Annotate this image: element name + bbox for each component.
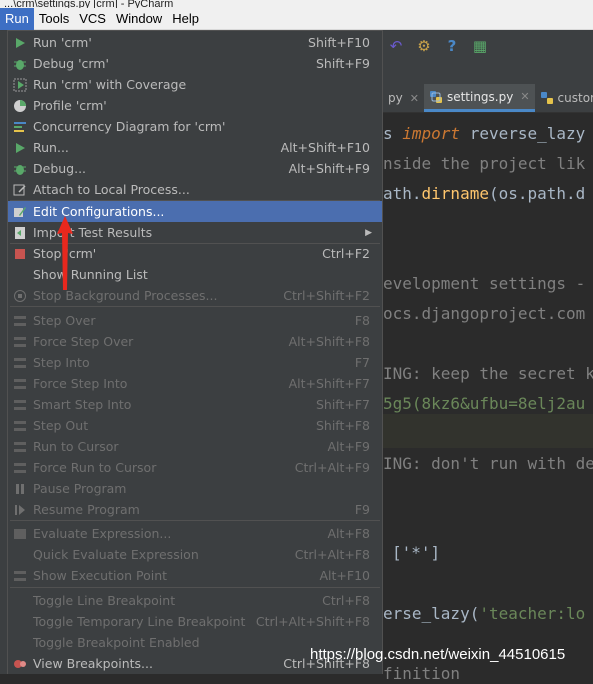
debug-bug-icon [12,56,28,72]
debug-bug-icon [12,161,28,177]
code-line: s import reverse_lazy [383,124,586,143]
step-over-icon [12,313,28,329]
step-out-icon [12,418,28,434]
help-icon[interactable]: ? [443,37,461,55]
tab-label: custom [557,91,593,105]
menu-vcs[interactable]: VCS [74,8,111,30]
stop-background-icon [12,288,28,304]
python-console-icon[interactable]: ▦ [471,37,489,55]
menu-window[interactable]: Window [111,8,167,30]
concurrency-icon [12,119,28,135]
watermark-text: https://blog.csdn.net/weixin_44510615 [310,646,566,663]
menu-item-force-step-over[interactable]: Force Step Over Alt+Shift+F8 [8,331,382,352]
menu-item-debug-ellipsis[interactable]: Debug... Alt+Shift+F9 [8,158,382,179]
code-line: ['*'] [392,543,441,562]
code-line: ocs.djangoproject.com [383,304,586,323]
python-file-icon [540,92,553,104]
menu-tools[interactable]: Tools [34,8,74,30]
force-step-into-icon [12,376,28,392]
menu-item-concurrency-diagram[interactable]: Concurrency Diagram for 'crm' [8,116,382,137]
menu-item-run-ellipsis[interactable]: Run... Alt+Shift+F10 [8,137,382,158]
menu-item-toggle-line-breakpoint[interactable]: Toggle Line Breakpoint Ctrl+F8 [8,590,382,611]
menu-item-step-into[interactable]: Step Into F7 [8,352,382,373]
menu-item-run-crm[interactable]: Run 'crm' Shift+F10 [8,32,382,53]
tab-previous-file[interactable]: py ✕ [383,84,424,112]
annotation-arrow-icon [57,216,73,290]
close-icon[interactable]: ✕ [410,92,419,105]
code-line: 5g5(8kz6&ufbu=8elj2au [383,394,586,413]
menu-item-evaluate-expression[interactable]: Evaluate Expression... Alt+F8 [8,523,382,544]
code-line: ath.dirname(os.path.d [383,184,586,203]
menu-separator [10,587,380,588]
code-line: ING: don't run with de [383,454,593,473]
smart-step-into-icon [12,397,28,413]
tab-custom-file[interactable]: custom [535,84,593,112]
code-line: nside the project lik [383,154,586,173]
run-icon [12,140,28,156]
code-line: finition [383,664,461,683]
close-icon[interactable]: ✕ [520,90,529,103]
navigation-bar [383,62,593,84]
force-run-to-cursor-icon [12,460,28,476]
execution-point-icon [12,568,28,584]
run-menu-dropdown: Run 'crm' Shift+F10 Debug 'crm' Shift+F9… [7,30,383,674]
menu-item-toggle-temporary-line-breakpoint[interactable]: Toggle Temporary Line Breakpoint Ctrl+Al… [8,611,382,632]
coverage-icon [12,77,28,93]
menu-item-run-to-cursor[interactable]: Run to Cursor Alt+F9 [8,436,382,457]
step-into-icon [12,355,28,371]
menu-item-step-over[interactable]: Step Over F8 [8,310,382,331]
wrench-settings-icon[interactable]: ⚙ [415,37,433,55]
menu-item-attach-local-process[interactable]: Attach to Local Process... [8,179,382,200]
undo-icon[interactable]: ↶ [387,37,405,55]
menu-item-smart-step-into[interactable]: Smart Step Into Shift+F7 [8,394,382,415]
menu-item-run-with-coverage[interactable]: Run 'crm' with Coverage [8,74,382,95]
code-line: evelopment settings - [383,274,586,293]
editor-tabs: py ✕ settings.py ✕ custom [383,84,593,113]
tab-settings-py[interactable]: settings.py ✕ [423,84,535,112]
menu-item-debug-crm[interactable]: Debug 'crm' Shift+F9 [8,53,382,74]
tab-label: py [388,91,403,105]
menu-item-profile-crm[interactable]: Profile 'crm' [8,95,382,116]
python-file-icon [429,90,442,103]
import-icon [12,225,28,241]
pause-icon [12,481,28,497]
menu-item-step-out[interactable]: Step Out Shift+F8 [8,415,382,436]
edit-config-icon [12,204,28,220]
menu-run[interactable]: Run [0,7,34,30]
run-icon [12,35,28,51]
menu-item-force-step-into[interactable]: Force Step Into Alt+Shift+F7 [8,373,382,394]
attach-process-icon [12,182,28,198]
run-to-cursor-icon [12,439,28,455]
menu-item-pause-program[interactable]: Pause Program [8,478,382,499]
menu-separator [10,306,380,307]
stop-icon [12,246,28,262]
code-line: erse_lazy('teacher:lo [383,604,586,623]
menu-help[interactable]: Help [167,8,204,30]
force-step-over-icon [12,334,28,350]
menu-separator [10,520,380,521]
menu-item-quick-evaluate-expression[interactable]: Quick Evaluate Expression Ctrl+Alt+F8 [8,544,382,565]
menu-item-resume-program[interactable]: Resume Program F9 [8,499,382,520]
resume-icon [12,502,28,518]
menu-bar: Run Tools VCS Window Help [0,7,593,30]
profile-icon [12,98,28,114]
tab-label: settings.py [446,89,514,104]
current-line-highlight [383,414,593,448]
submenu-arrow-icon: ▶ [365,227,372,238]
main-toolbar: ↶ ⚙ ? ▦ [383,30,593,62]
menu-item-force-run-to-cursor[interactable]: Force Run to Cursor Ctrl+Alt+F9 [8,457,382,478]
menu-item-show-execution-point[interactable]: Show Execution Point Alt+F10 [8,565,382,586]
breakpoints-icon [12,656,28,672]
evaluate-icon [12,526,28,542]
code-line: ING: keep the secret k [383,364,593,383]
